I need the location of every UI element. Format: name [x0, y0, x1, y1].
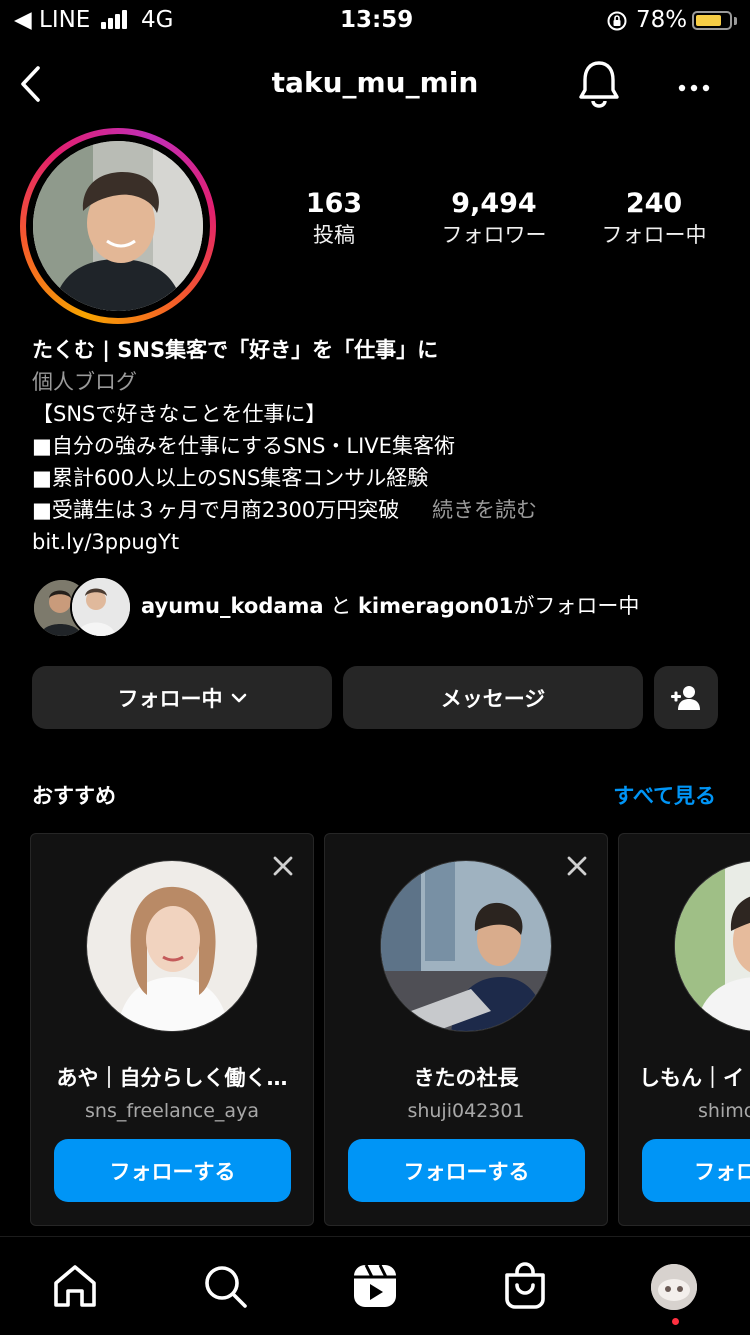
follow-button-label: フォロ — [694, 1159, 750, 1184]
followers-count: 9,494 — [451, 188, 537, 219]
followers-label: フォロワー — [441, 223, 547, 247]
bio-line: ■自分の強みを仕事にするSNS・LIVE集客術 — [32, 434, 455, 458]
suggestion-name: あや｜自分らしく働く… — [56, 1066, 288, 1090]
following-label: フォロー中 — [601, 223, 707, 247]
suggestion-username: sns_freelance_aya — [85, 1100, 259, 1122]
bio-line: ■受講生は３ヶ月で月商2300万円突破 — [32, 498, 400, 522]
suggestion-card[interactable]: きたの社長 shuji042301 フォローする — [324, 833, 608, 1226]
stat-posts[interactable]: 163 投稿 — [284, 188, 384, 249]
network-label: 4G — [141, 7, 174, 33]
profile-bio: たくむ | SNS集客で「好き」を「仕事」に 個人ブログ 【SNSで好きなことを… — [32, 334, 732, 558]
suggestion-name: きたの社長 — [413, 1066, 519, 1090]
followed-by-connector: と — [330, 594, 352, 618]
clock: 13:59 — [340, 7, 414, 33]
reels-icon[interactable] — [352, 1263, 398, 1309]
profile-avatar[interactable] — [651, 1264, 697, 1310]
followed-by-user: ayumu_kodama — [141, 594, 324, 618]
following-button[interactable]: フォロー中 — [32, 666, 332, 729]
suggestion-username: shimo — [698, 1100, 750, 1122]
profile-category: 個人ブログ — [32, 370, 137, 394]
suggestion-avatar[interactable] — [380, 860, 552, 1032]
stat-following[interactable]: 240 フォロー中 — [588, 188, 720, 249]
followed-by-suffix: がフォロー中 — [513, 594, 640, 618]
suggest-users-button[interactable] — [654, 666, 718, 729]
battery-level — [696, 15, 721, 26]
see-all-link[interactable]: すべて見る — [560, 780, 716, 810]
profile-avatar[interactable] — [33, 141, 203, 311]
suggestion-card[interactable]: あや｜自分らしく働く… sns_freelance_aya フォローする — [30, 833, 314, 1226]
avatar — [70, 576, 132, 638]
more-icon[interactable] — [678, 78, 710, 97]
message-button[interactable]: メッセージ — [343, 666, 643, 729]
follow-button[interactable]: フォローする — [54, 1139, 291, 1202]
bio-link[interactable]: bit.ly/3ppugYt — [32, 526, 732, 558]
followed-by-text[interactable]: ayumu_kodama と kimeragon01がフォロー中 — [141, 590, 639, 620]
profile-name: たくむ | SNS集客で「好き」を「仕事」に — [32, 338, 439, 362]
message-button-label: メッセージ — [440, 686, 546, 711]
profile-username-title: taku_mu_min — [271, 66, 479, 99]
notification-dot — [672, 1318, 679, 1325]
suggestions-title: おすすめ — [32, 784, 116, 808]
suggestion-name: しもん｜イ — [639, 1066, 744, 1090]
following-button-label: フォロー中 — [117, 686, 223, 711]
follow-button-label: フォローする — [403, 1159, 530, 1184]
suggestion-username: shuji042301 — [407, 1100, 525, 1122]
battery-percent: 78% — [636, 7, 688, 33]
carrier-label: ◀ LINE — [14, 7, 91, 33]
follow-button[interactable]: フォロ — [642, 1139, 750, 1202]
suggestion-avatar[interactable] — [674, 860, 750, 1032]
follow-button-label: フォローする — [109, 1159, 236, 1184]
follow-button[interactable]: フォローする — [348, 1139, 585, 1202]
posts-label: 投稿 — [313, 223, 355, 247]
bell-icon[interactable] — [576, 58, 622, 112]
chevron-down-icon — [231, 693, 246, 702]
bio-line: ■累計600人以上のSNS集客コンサル経験 — [32, 466, 429, 490]
followed-by-user: kimeragon01 — [357, 594, 514, 618]
home-icon[interactable] — [52, 1263, 98, 1309]
stat-followers[interactable]: 9,494 フォロワー — [424, 188, 564, 249]
followed-by-avatars[interactable] — [32, 576, 132, 638]
suggestion-card[interactable]: しもん｜イ shimo フォロ — [618, 833, 750, 1226]
read-more-link[interactable]: 続きを読む — [432, 498, 537, 522]
add-user-icon — [671, 685, 700, 710]
shop-icon[interactable] — [503, 1261, 547, 1309]
bio-line: 【SNSで好きなことを仕事に】 — [32, 402, 327, 426]
signal-icon — [101, 10, 129, 30]
rotation-lock-icon — [606, 10, 628, 36]
suggestion-avatar[interactable] — [86, 860, 258, 1032]
posts-count: 163 — [305, 188, 363, 219]
battery-icon — [692, 11, 732, 30]
tab-bar — [0, 1236, 750, 1335]
close-icon[interactable] — [565, 854, 589, 878]
following-count: 240 — [625, 188, 683, 219]
profile-avatar-ring[interactable] — [20, 128, 216, 324]
search-icon[interactable] — [202, 1263, 248, 1309]
close-icon[interactable] — [271, 854, 295, 878]
